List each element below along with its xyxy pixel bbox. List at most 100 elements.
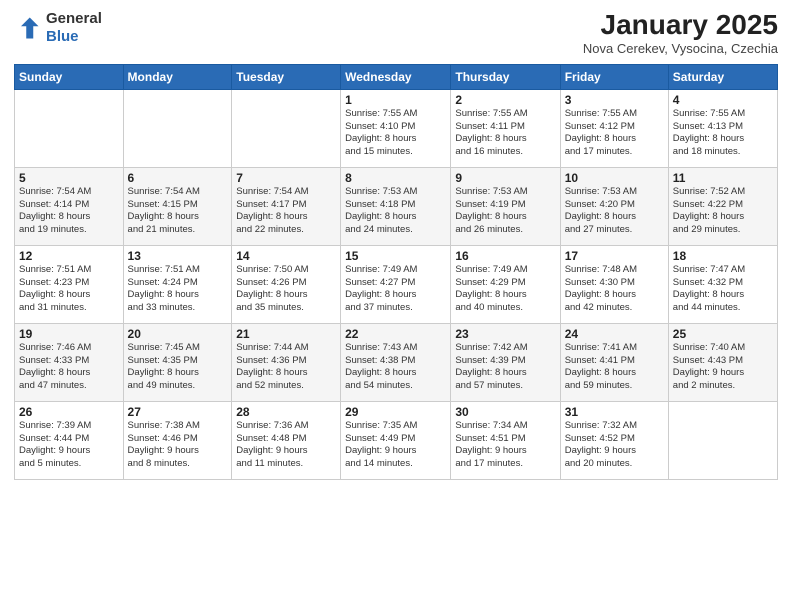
day-info: Sunrise: 7:55 AM Sunset: 4:13 PM Dayligh…	[673, 108, 773, 159]
calendar-cell: 19Sunrise: 7:46 AM Sunset: 4:33 PM Dayli…	[15, 323, 124, 401]
weekday-header-wednesday: Wednesday	[341, 64, 451, 89]
day-number: 5	[19, 171, 119, 185]
day-info: Sunrise: 7:40 AM Sunset: 4:43 PM Dayligh…	[673, 342, 773, 393]
weekday-header-saturday: Saturday	[668, 64, 777, 89]
day-number: 8	[345, 171, 446, 185]
day-number: 14	[236, 249, 336, 263]
day-number: 6	[128, 171, 228, 185]
calendar-cell	[15, 89, 124, 167]
day-number: 23	[455, 327, 555, 341]
day-number: 29	[345, 405, 446, 419]
day-info: Sunrise: 7:55 AM Sunset: 4:10 PM Dayligh…	[345, 108, 446, 159]
logo-general: General	[46, 10, 102, 28]
day-number: 20	[128, 327, 228, 341]
day-number: 31	[565, 405, 664, 419]
title-block: January 2025 Nova Cerekev, Vysocina, Cze…	[583, 10, 778, 56]
day-number: 7	[236, 171, 336, 185]
calendar-cell: 24Sunrise: 7:41 AM Sunset: 4:41 PM Dayli…	[560, 323, 668, 401]
calendar-cell	[123, 89, 232, 167]
location-subtitle: Nova Cerekev, Vysocina, Czechia	[583, 41, 778, 56]
day-info: Sunrise: 7:46 AM Sunset: 4:33 PM Dayligh…	[19, 342, 119, 393]
logo-text: General Blue	[46, 10, 102, 46]
calendar-cell: 6Sunrise: 7:54 AM Sunset: 4:15 PM Daylig…	[123, 167, 232, 245]
day-info: Sunrise: 7:53 AM Sunset: 4:20 PM Dayligh…	[565, 186, 664, 237]
calendar-week-row: 1Sunrise: 7:55 AM Sunset: 4:10 PM Daylig…	[15, 89, 778, 167]
calendar-cell: 11Sunrise: 7:52 AM Sunset: 4:22 PM Dayli…	[668, 167, 777, 245]
calendar-cell: 13Sunrise: 7:51 AM Sunset: 4:24 PM Dayli…	[123, 245, 232, 323]
calendar-cell: 2Sunrise: 7:55 AM Sunset: 4:11 PM Daylig…	[451, 89, 560, 167]
calendar-cell: 18Sunrise: 7:47 AM Sunset: 4:32 PM Dayli…	[668, 245, 777, 323]
day-info: Sunrise: 7:39 AM Sunset: 4:44 PM Dayligh…	[19, 420, 119, 471]
day-info: Sunrise: 7:35 AM Sunset: 4:49 PM Dayligh…	[345, 420, 446, 471]
weekday-header-row: SundayMondayTuesdayWednesdayThursdayFrid…	[15, 64, 778, 89]
calendar-cell: 5Sunrise: 7:54 AM Sunset: 4:14 PM Daylig…	[15, 167, 124, 245]
day-info: Sunrise: 7:55 AM Sunset: 4:12 PM Dayligh…	[565, 108, 664, 159]
logo-blue: Blue	[46, 28, 102, 46]
calendar-cell: 10Sunrise: 7:53 AM Sunset: 4:20 PM Dayli…	[560, 167, 668, 245]
day-info: Sunrise: 7:38 AM Sunset: 4:46 PM Dayligh…	[128, 420, 228, 471]
day-info: Sunrise: 7:54 AM Sunset: 4:17 PM Dayligh…	[236, 186, 336, 237]
calendar-cell: 28Sunrise: 7:36 AM Sunset: 4:48 PM Dayli…	[232, 401, 341, 479]
calendar-cell: 9Sunrise: 7:53 AM Sunset: 4:19 PM Daylig…	[451, 167, 560, 245]
day-number: 25	[673, 327, 773, 341]
calendar-cell: 15Sunrise: 7:49 AM Sunset: 4:27 PM Dayli…	[341, 245, 451, 323]
day-number: 21	[236, 327, 336, 341]
calendar-cell: 16Sunrise: 7:49 AM Sunset: 4:29 PM Dayli…	[451, 245, 560, 323]
calendar-cell: 20Sunrise: 7:45 AM Sunset: 4:35 PM Dayli…	[123, 323, 232, 401]
day-number: 19	[19, 327, 119, 341]
day-info: Sunrise: 7:32 AM Sunset: 4:52 PM Dayligh…	[565, 420, 664, 471]
day-info: Sunrise: 7:43 AM Sunset: 4:38 PM Dayligh…	[345, 342, 446, 393]
day-number: 9	[455, 171, 555, 185]
calendar-cell: 23Sunrise: 7:42 AM Sunset: 4:39 PM Dayli…	[451, 323, 560, 401]
day-info: Sunrise: 7:48 AM Sunset: 4:30 PM Dayligh…	[565, 264, 664, 315]
day-number: 28	[236, 405, 336, 419]
day-info: Sunrise: 7:51 AM Sunset: 4:23 PM Dayligh…	[19, 264, 119, 315]
day-info: Sunrise: 7:36 AM Sunset: 4:48 PM Dayligh…	[236, 420, 336, 471]
calendar-week-row: 5Sunrise: 7:54 AM Sunset: 4:14 PM Daylig…	[15, 167, 778, 245]
day-info: Sunrise: 7:47 AM Sunset: 4:32 PM Dayligh…	[673, 264, 773, 315]
day-number: 17	[565, 249, 664, 263]
day-info: Sunrise: 7:49 AM Sunset: 4:27 PM Dayligh…	[345, 264, 446, 315]
day-info: Sunrise: 7:54 AM Sunset: 4:15 PM Dayligh…	[128, 186, 228, 237]
day-info: Sunrise: 7:42 AM Sunset: 4:39 PM Dayligh…	[455, 342, 555, 393]
calendar-cell: 1Sunrise: 7:55 AM Sunset: 4:10 PM Daylig…	[341, 89, 451, 167]
day-number: 27	[128, 405, 228, 419]
day-info: Sunrise: 7:51 AM Sunset: 4:24 PM Dayligh…	[128, 264, 228, 315]
day-number: 16	[455, 249, 555, 263]
logo: General Blue	[14, 10, 102, 46]
day-number: 10	[565, 171, 664, 185]
day-number: 13	[128, 249, 228, 263]
day-info: Sunrise: 7:49 AM Sunset: 4:29 PM Dayligh…	[455, 264, 555, 315]
day-info: Sunrise: 7:54 AM Sunset: 4:14 PM Dayligh…	[19, 186, 119, 237]
day-info: Sunrise: 7:45 AM Sunset: 4:35 PM Dayligh…	[128, 342, 228, 393]
calendar-cell: 7Sunrise: 7:54 AM Sunset: 4:17 PM Daylig…	[232, 167, 341, 245]
day-info: Sunrise: 7:34 AM Sunset: 4:51 PM Dayligh…	[455, 420, 555, 471]
calendar-cell: 3Sunrise: 7:55 AM Sunset: 4:12 PM Daylig…	[560, 89, 668, 167]
day-info: Sunrise: 7:50 AM Sunset: 4:26 PM Dayligh…	[236, 264, 336, 315]
weekday-header-sunday: Sunday	[15, 64, 124, 89]
weekday-header-monday: Monday	[123, 64, 232, 89]
calendar-cell: 26Sunrise: 7:39 AM Sunset: 4:44 PM Dayli…	[15, 401, 124, 479]
calendar-cell	[668, 401, 777, 479]
weekday-header-thursday: Thursday	[451, 64, 560, 89]
day-info: Sunrise: 7:53 AM Sunset: 4:19 PM Dayligh…	[455, 186, 555, 237]
calendar-cell: 12Sunrise: 7:51 AM Sunset: 4:23 PM Dayli…	[15, 245, 124, 323]
day-info: Sunrise: 7:52 AM Sunset: 4:22 PM Dayligh…	[673, 186, 773, 237]
calendar-cell: 8Sunrise: 7:53 AM Sunset: 4:18 PM Daylig…	[341, 167, 451, 245]
day-info: Sunrise: 7:41 AM Sunset: 4:41 PM Dayligh…	[565, 342, 664, 393]
day-number: 15	[345, 249, 446, 263]
calendar-cell: 22Sunrise: 7:43 AM Sunset: 4:38 PM Dayli…	[341, 323, 451, 401]
weekday-header-tuesday: Tuesday	[232, 64, 341, 89]
calendar-cell: 17Sunrise: 7:48 AM Sunset: 4:30 PM Dayli…	[560, 245, 668, 323]
day-number: 11	[673, 171, 773, 185]
day-number: 18	[673, 249, 773, 263]
calendar-cell: 21Sunrise: 7:44 AM Sunset: 4:36 PM Dayli…	[232, 323, 341, 401]
calendar-week-row: 12Sunrise: 7:51 AM Sunset: 4:23 PM Dayli…	[15, 245, 778, 323]
calendar-week-row: 19Sunrise: 7:46 AM Sunset: 4:33 PM Dayli…	[15, 323, 778, 401]
calendar-cell: 25Sunrise: 7:40 AM Sunset: 4:43 PM Dayli…	[668, 323, 777, 401]
calendar-cell: 14Sunrise: 7:50 AM Sunset: 4:26 PM Dayli…	[232, 245, 341, 323]
calendar-cell	[232, 89, 341, 167]
calendar-cell: 27Sunrise: 7:38 AM Sunset: 4:46 PM Dayli…	[123, 401, 232, 479]
page-header: General Blue January 2025 Nova Cerekev, …	[14, 10, 778, 56]
day-number: 4	[673, 93, 773, 107]
